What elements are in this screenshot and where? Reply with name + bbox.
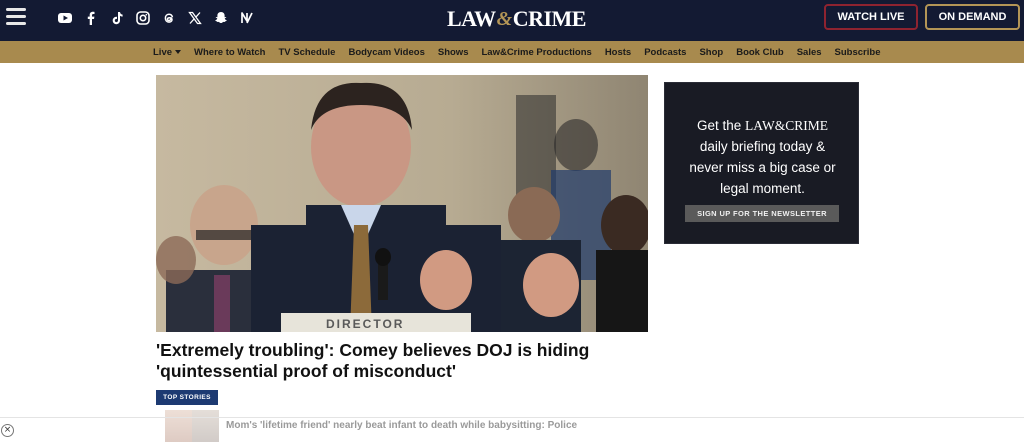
nav-item-productions[interactable]: Law&Crime Productions [481, 47, 591, 58]
article-headline[interactable]: 'Extremely troubling': Comey believes DO… [156, 340, 626, 382]
nav-item-hosts[interactable]: Hosts [605, 47, 631, 58]
newsletter-signup-button[interactable]: SIGN UP FOR THE NEWSLETTER [685, 205, 839, 222]
nav-item-shows[interactable]: Shows [438, 47, 469, 58]
nav-item-live[interactable]: Live [153, 46, 182, 58]
top-story-link[interactable]: Mom's 'lifetime friend' nearly beat infa… [226, 420, 577, 431]
watch-live-button[interactable]: WATCH LIVE [824, 4, 918, 30]
logo-word-law: LAW [447, 6, 496, 31]
newsletter-line-3: never miss a big case or [689, 160, 836, 175]
threads-icon[interactable] [160, 9, 178, 27]
main-nav: Live Where to Watch TV Schedule Bodycam … [0, 41, 1024, 63]
tiktok-icon[interactable] [108, 9, 126, 27]
on-demand-button[interactable]: ON DEMAND [925, 4, 1020, 30]
nav-item-shop[interactable]: Shop [699, 47, 723, 58]
nav-item-where-to-watch[interactable]: Where to Watch [194, 47, 265, 58]
caret-down-icon [175, 50, 182, 54]
hero-image[interactable]: DIRECTOR [156, 75, 648, 332]
close-icon[interactable]: × [1, 424, 14, 437]
nav-item-subscribe[interactable]: Subscribe [835, 47, 881, 58]
nav-item-sales[interactable]: Sales [797, 47, 822, 58]
x-icon[interactable] [186, 9, 204, 27]
snapchat-icon[interactable] [212, 9, 230, 27]
ad-bar-divider [0, 417, 1024, 418]
newsletter-line-1: Get the LAW&CRIME [665, 115, 860, 136]
logo-ampersand: & [496, 7, 513, 30]
newsletter-line-4: legal moment. [720, 181, 805, 196]
social-links [56, 9, 256, 29]
newsletter-box: Get the LAW&CRIME daily briefing today &… [664, 82, 859, 244]
top-stories-divider [156, 404, 218, 405]
youtube-icon[interactable] [56, 9, 74, 27]
site-logo[interactable]: LAW & CRIME [447, 5, 586, 33]
instagram-icon[interactable] [134, 9, 152, 27]
story-thumbnail-1[interactable] [165, 410, 192, 442]
nav-item-label: Live [153, 46, 173, 58]
newsletter-line-2: daily briefing today & [699, 139, 826, 154]
nav-item-book-club[interactable]: Book Club [736, 47, 784, 58]
site-header: LAW & CRIME WATCH LIVE ON DEMAND [0, 0, 1024, 41]
menu-icon[interactable] [6, 8, 26, 28]
placard-text: DIRECTOR [326, 317, 405, 331]
newsletter-logo: LAW&CRIME [745, 118, 828, 133]
newsbreak-icon[interactable] [238, 9, 256, 27]
story-thumbnail-2[interactable] [192, 410, 219, 442]
nav-item-bodycam-videos[interactable]: Bodycam Videos [348, 47, 424, 58]
top-stories-badge: TOP STORIES [156, 390, 218, 404]
nav-item-tv-schedule[interactable]: TV Schedule [278, 47, 335, 58]
facebook-icon[interactable] [82, 9, 100, 27]
newsletter-intro: Get the [697, 118, 746, 133]
nav-item-podcasts[interactable]: Podcasts [644, 47, 686, 58]
logo-word-crime: CRIME [512, 6, 587, 31]
